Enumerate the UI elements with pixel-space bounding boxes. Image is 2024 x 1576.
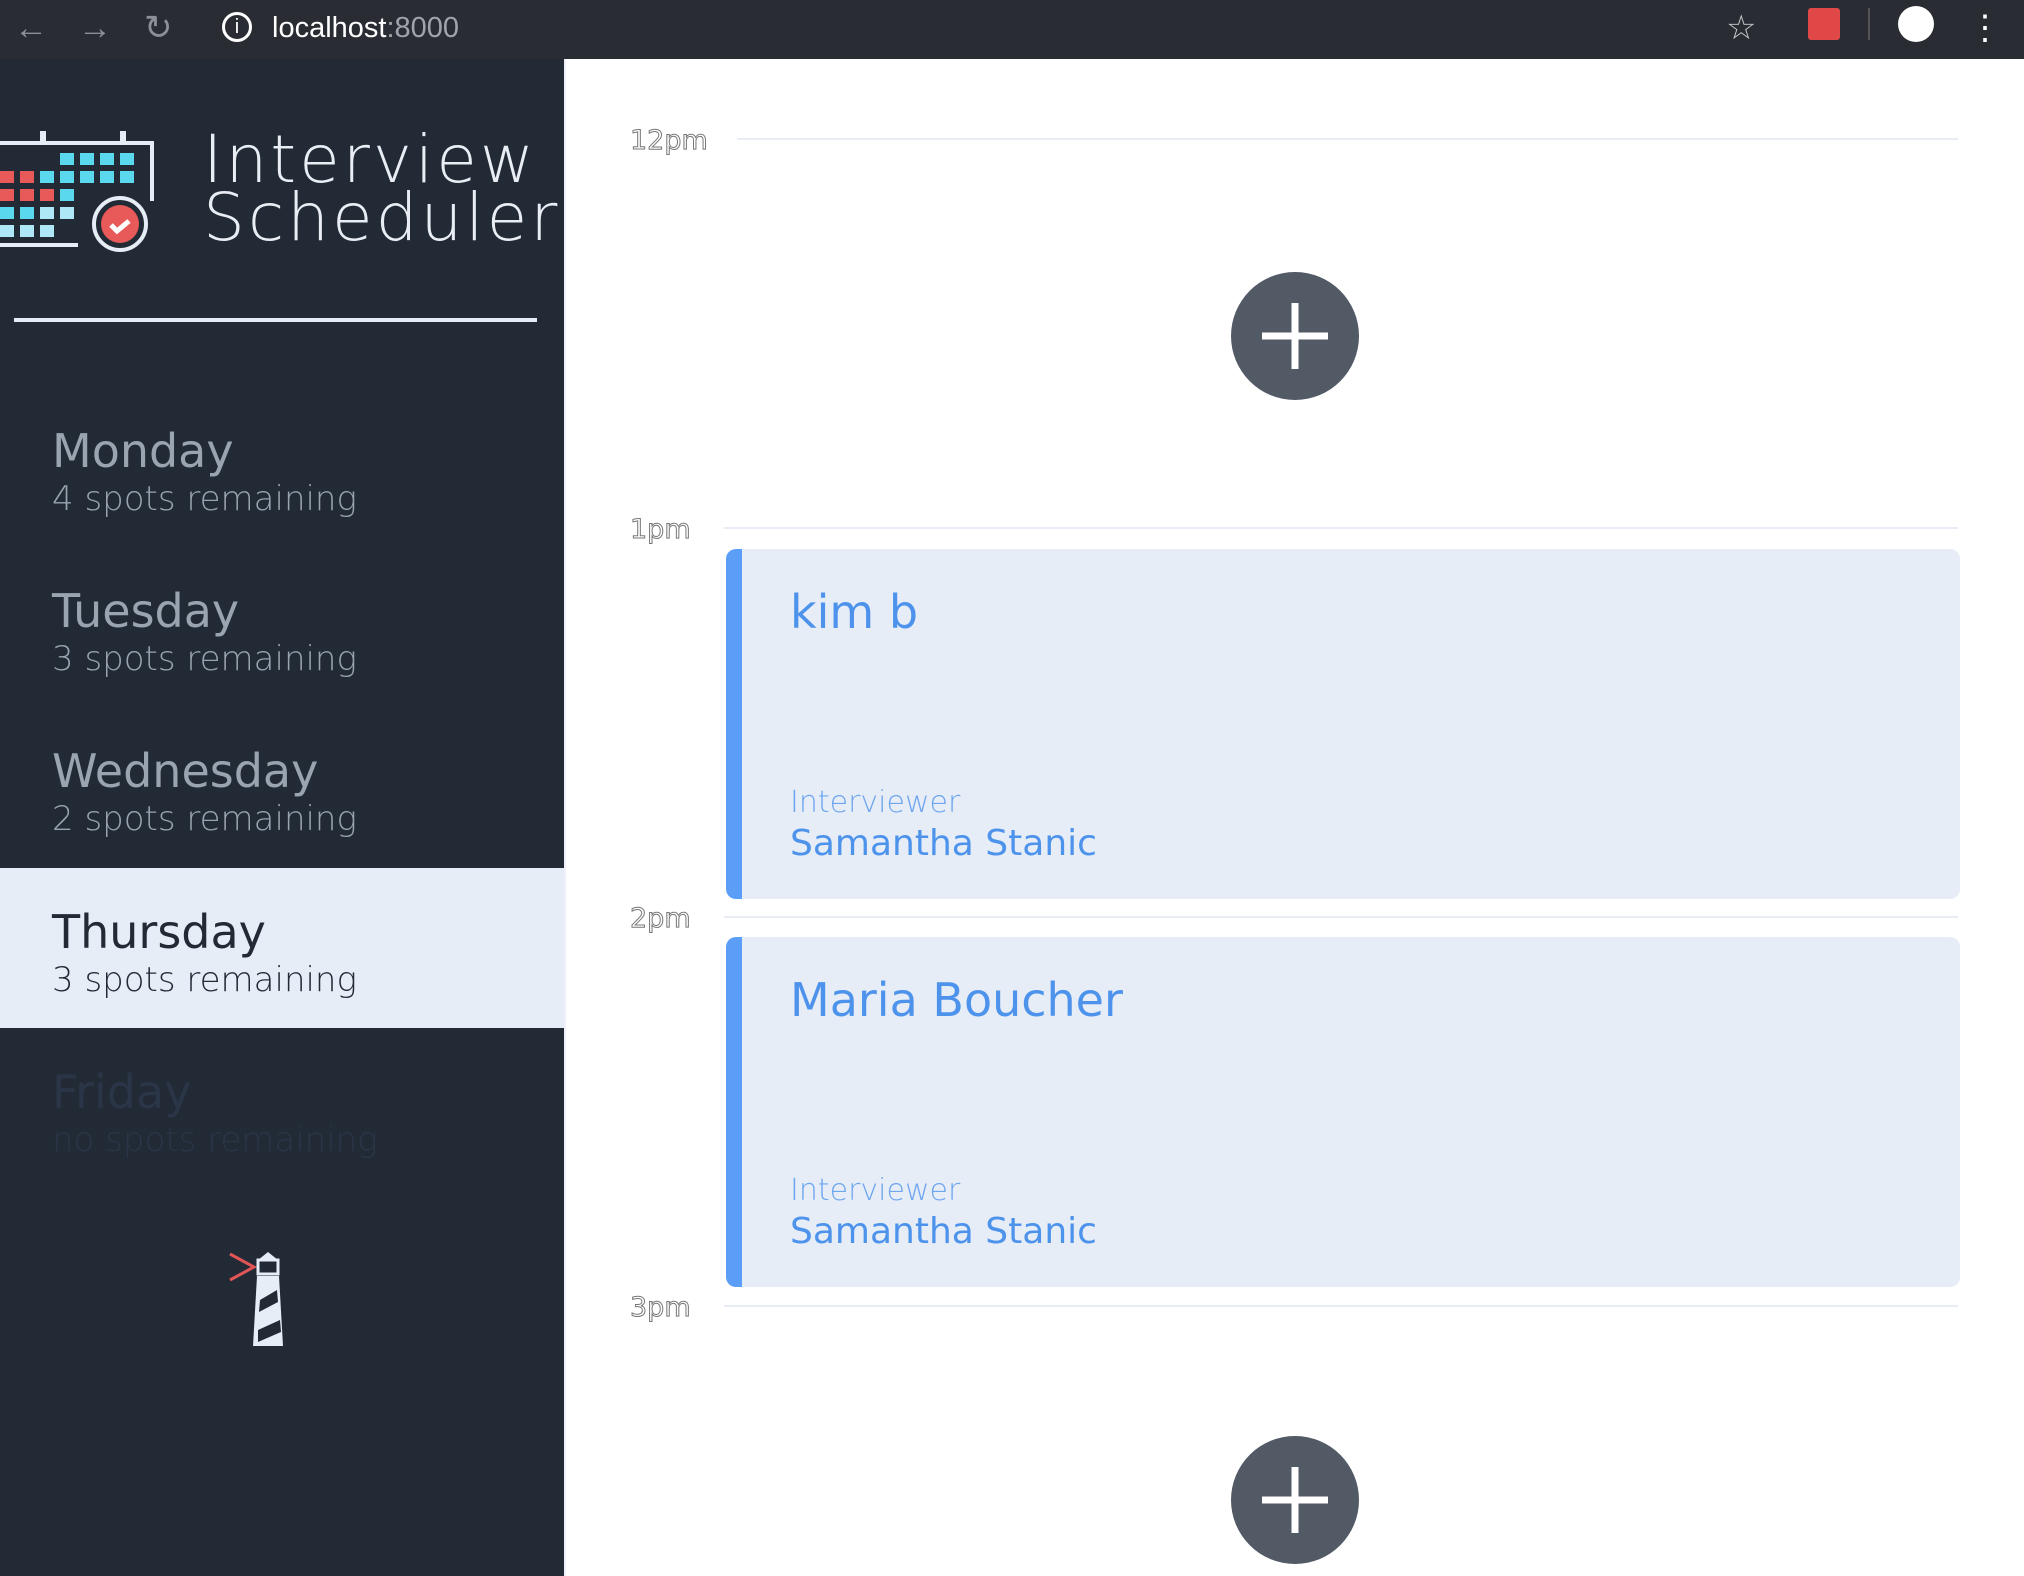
info-icon[interactable]: i bbox=[222, 12, 252, 42]
reload-icon[interactable]: ↻ bbox=[144, 8, 173, 48]
day-item-monday[interactable]: Monday 4 spots remaining bbox=[0, 387, 564, 547]
time-label: 3pm bbox=[630, 1292, 692, 1324]
schedule-panel: 12pm 1pm kim b Interviewer Samantha Stan… bbox=[564, 59, 2020, 1576]
hour-divider bbox=[724, 527, 1958, 529]
time-label: 1pm bbox=[630, 514, 692, 546]
interviewer-label: Interviewer bbox=[790, 1173, 961, 1208]
add-appointment-button[interactable] bbox=[1231, 1436, 1359, 1564]
hour-divider bbox=[737, 138, 1958, 140]
react-devtools-extension-icon[interactable] bbox=[1808, 8, 1840, 40]
day-name: Monday bbox=[52, 424, 234, 478]
forward-icon[interactable]: → bbox=[78, 8, 112, 48]
toolbar-divider bbox=[1868, 8, 1870, 40]
time-label: 2pm bbox=[630, 903, 692, 935]
back-icon[interactable]: ← bbox=[14, 8, 48, 48]
day-item-tuesday[interactable]: Tuesday 3 spots remaining bbox=[0, 547, 564, 707]
menu-kebab-icon[interactable]: ⋮ bbox=[1968, 8, 2002, 48]
sidebar: Interview Scheduler Monday 4 spots remaini… bbox=[0, 59, 564, 1576]
student-name: Maria Boucher bbox=[790, 973, 1123, 1027]
sidebar-divider bbox=[14, 318, 537, 322]
add-appointment-button[interactable] bbox=[1231, 272, 1359, 400]
url-port: :8000 bbox=[386, 12, 460, 44]
day-name: Wednesday bbox=[52, 744, 319, 798]
lighthouse-logo-icon bbox=[229, 1252, 283, 1346]
calendar-logo-icon bbox=[0, 131, 154, 252]
day-item-thursday[interactable]: Thursday 3 spots remaining bbox=[0, 868, 564, 1028]
day-item-wednesday[interactable]: Wednesday 2 spots remaining bbox=[0, 707, 564, 867]
app-title: Interview Scheduler bbox=[203, 127, 561, 256]
day-item-friday[interactable]: Friday no spots remaining bbox=[0, 1028, 564, 1188]
appointment-card[interactable]: Maria Boucher Interviewer Samantha Stani… bbox=[726, 937, 1960, 1287]
day-spots: 3 spots remaining bbox=[52, 960, 357, 1000]
day-spots: 4 spots remaining bbox=[52, 479, 357, 519]
interviewer-label: Interviewer bbox=[790, 785, 961, 820]
interviewer-name: Samantha Stanic bbox=[790, 823, 1097, 864]
day-spots: 3 spots remaining bbox=[52, 639, 357, 679]
address-bar[interactable]: localhost:8000 bbox=[272, 6, 459, 50]
day-name: Friday bbox=[52, 1065, 192, 1119]
day-name: Thursday bbox=[52, 905, 266, 959]
appointment-card[interactable]: kim b Interviewer Samantha Stanic bbox=[726, 549, 1960, 899]
profile-icon[interactable] bbox=[1898, 6, 1934, 42]
student-name: kim b bbox=[790, 585, 919, 639]
browser-toolbar: ← → ↻ i localhost:8000 ☆ ⋮ bbox=[0, 0, 2024, 59]
url-host: localhost bbox=[272, 12, 387, 44]
day-spots: no spots remaining bbox=[52, 1120, 378, 1160]
hour-divider bbox=[724, 916, 1958, 918]
day-spots: 2 spots remaining bbox=[52, 799, 357, 839]
time-label: 12pm bbox=[630, 125, 709, 157]
bookmark-star-icon[interactable]: ☆ bbox=[1726, 8, 1756, 48]
day-name: Tuesday bbox=[52, 584, 240, 638]
app-title-line2: Scheduler bbox=[203, 179, 561, 256]
interviewer-name: Samantha Stanic bbox=[790, 1211, 1097, 1252]
hour-divider bbox=[724, 1305, 1958, 1307]
